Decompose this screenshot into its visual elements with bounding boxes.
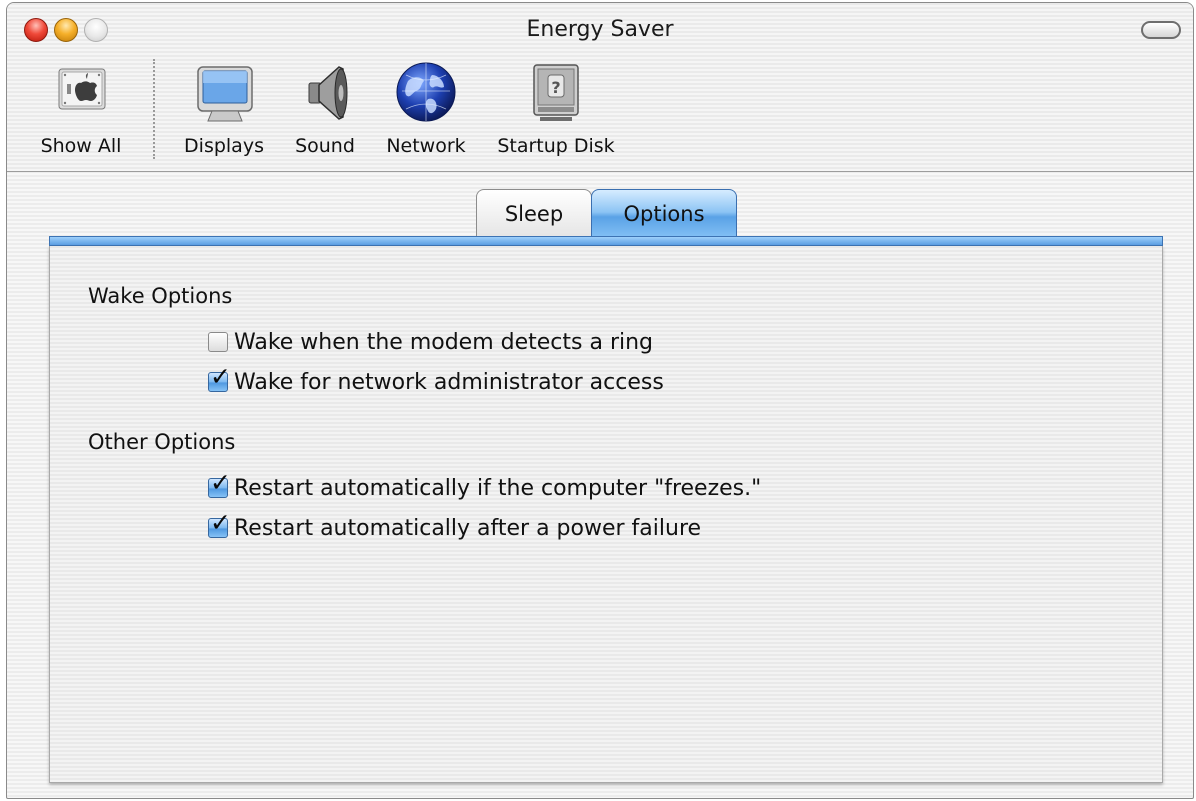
- toolbar-item-displays[interactable]: Displays: [175, 61, 273, 157]
- option-label-restart-after-power-failure: Restart automatically after a power fail…: [234, 515, 702, 541]
- toolbar-label-network: Network: [386, 135, 466, 157]
- checkmark-icon: ✓: [210, 468, 231, 497]
- window-chrome: Energy Saver Show All Displays Sound Net…: [7, 3, 1193, 172]
- toolbar-item-sound[interactable]: Sound: [285, 61, 365, 157]
- toolbar: Show All Displays Sound Network ? Startu…: [7, 55, 1193, 167]
- displays-icon: [197, 66, 253, 122]
- option-label-restart-on-freeze: Restart automatically if the computer "f…: [234, 475, 762, 501]
- toolbar-label-show-all: Show All: [40, 135, 122, 157]
- option-label-wake-modem-ring: Wake when the modem detects a ring: [234, 329, 654, 355]
- energy-saver-window: Energy Saver Show All Displays Sound Net…: [6, 2, 1194, 799]
- option-restart-after-power-failure[interactable]: ✓ Restart automatically after a power fa…: [208, 510, 702, 542]
- tab-underline: [49, 236, 1163, 246]
- option-label-wake-network-admin: Wake for network administrator access: [234, 369, 664, 395]
- toolbar-label-sound: Sound: [295, 135, 355, 157]
- option-wake-network-admin[interactable]: ✓ Wake for network administrator access: [208, 364, 664, 396]
- window-title: Energy Saver: [526, 17, 674, 42]
- tab-options[interactable]: Options: [591, 189, 737, 239]
- checkbox-wake-modem-ring[interactable]: [208, 332, 228, 352]
- checkmark-icon: ✓: [210, 508, 231, 537]
- globe-icon: [396, 62, 456, 122]
- option-wake-modem-ring[interactable]: Wake when the modem detects a ring: [208, 328, 653, 356]
- checkbox-restart-after-power-failure[interactable]: ✓: [208, 510, 231, 538]
- toolbar-label-startup-disk: Startup Disk: [497, 135, 615, 157]
- title-bar[interactable]: Energy Saver: [7, 3, 1193, 55]
- toolbar-separator: [153, 59, 155, 159]
- tab-bar: Sleep Options: [7, 189, 1193, 239]
- section-title-wake-options: Wake Options: [88, 284, 233, 308]
- tab-sleep[interactable]: Sleep: [476, 189, 592, 239]
- options-pane: Wake Options Wake when the modem detects…: [49, 246, 1163, 783]
- checkbox-wake-network-admin[interactable]: ✓: [208, 364, 231, 392]
- option-restart-on-freeze[interactable]: ✓ Restart automatically if the computer …: [208, 470, 762, 502]
- toolbar-item-show-all[interactable]: Show All: [23, 61, 139, 157]
- section-title-other-options: Other Options: [88, 430, 236, 454]
- toolbar-toggle-button[interactable]: [1141, 21, 1181, 39]
- checkbox-restart-on-freeze[interactable]: ✓: [208, 470, 231, 498]
- show-all-icon: [58, 68, 106, 110]
- toolbar-item-network[interactable]: Network: [377, 61, 475, 157]
- checkmark-icon: ✓: [210, 362, 231, 391]
- speaker-icon: [308, 66, 348, 120]
- toolbar-label-displays: Displays: [184, 135, 264, 157]
- svg-text:?: ?: [551, 78, 560, 97]
- hard-disk-icon: ?: [533, 64, 579, 121]
- toolbar-item-startup-disk[interactable]: ? Startup Disk: [489, 61, 623, 157]
